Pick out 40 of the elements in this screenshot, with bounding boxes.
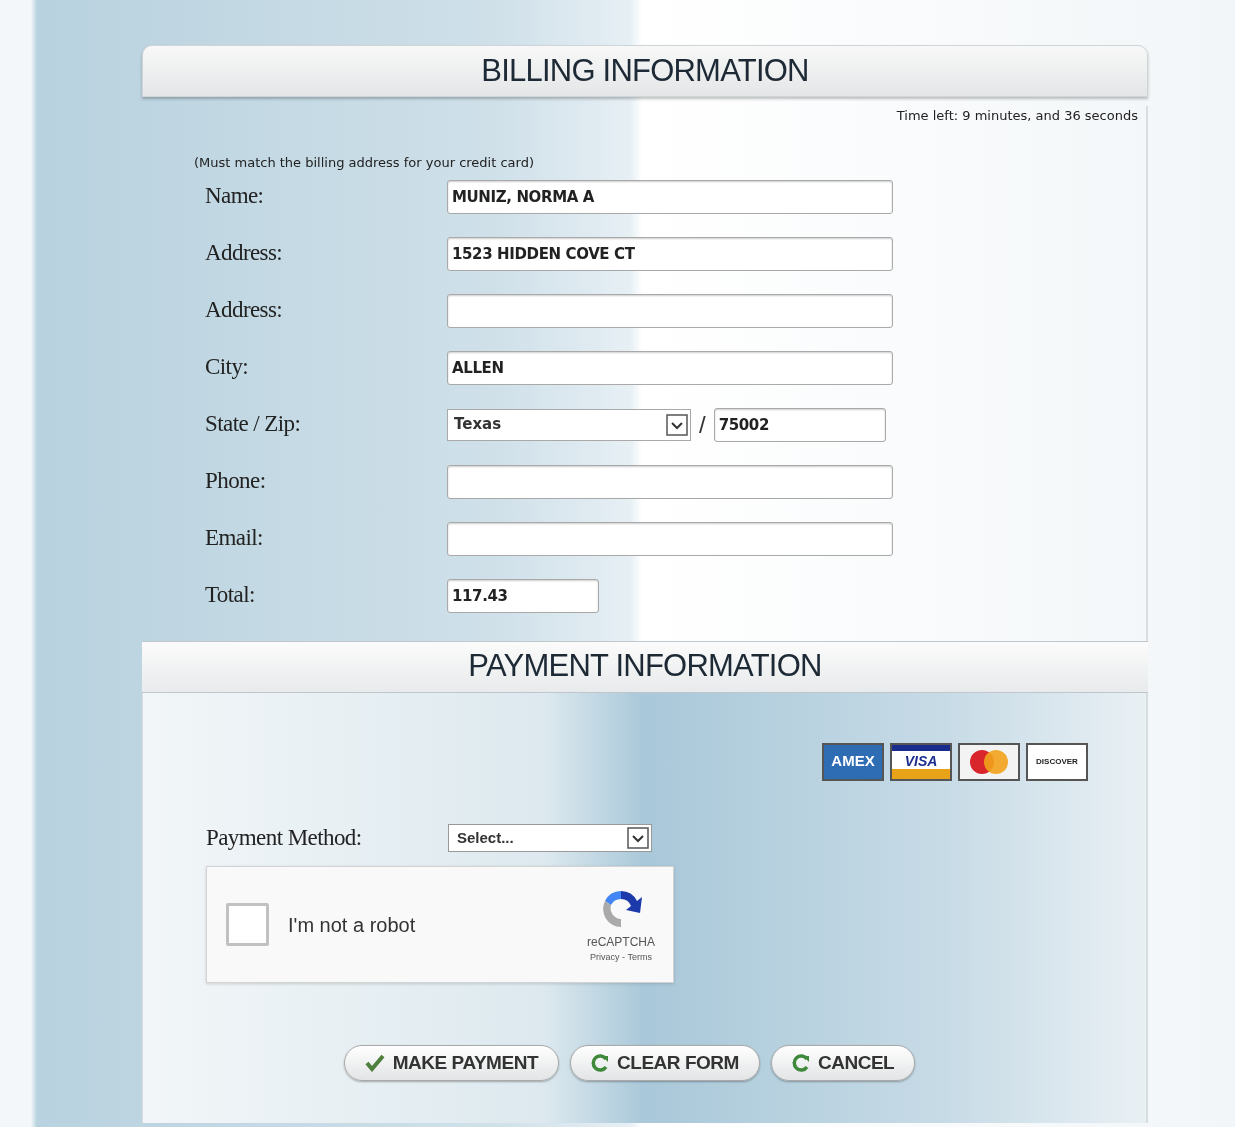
- field-label: State / Zip:: [205, 410, 302, 439]
- text-field[interactable]: 1523 HIDDEN COVE CT: [447, 236, 893, 271]
- privacy-terms-link[interactable]: Privacy - Terms: [590, 950, 652, 965]
- field-label: Total:: [205, 581, 256, 610]
- reset-icon: [591, 1054, 609, 1072]
- text-field[interactable]: [447, 521, 893, 556]
- make-payment-button[interactable]: MAKE PAYMENT: [343, 1045, 559, 1081]
- text-field[interactable]: [447, 464, 893, 499]
- dropdown-caret-icon: [627, 826, 649, 849]
- field-label: Payment Method:: [206, 823, 363, 852]
- zip-field[interactable]: 75002: [713, 407, 886, 442]
- total-field[interactable]: 117.43: [447, 578, 599, 613]
- text-field[interactable]: MUNIZ, NORMA A: [447, 179, 893, 214]
- field-label: City:: [205, 353, 250, 382]
- reset-icon: [791, 1054, 810, 1072]
- checkmark-icon: [364, 1054, 385, 1072]
- card-logo: VISA: [890, 742, 952, 781]
- dropdown-caret-icon: [666, 413, 688, 436]
- card-logo: [958, 742, 1020, 781]
- billing-note: (Must match the billing address for your credit card): [194, 154, 534, 170]
- state-select[interactable]: Texas: [447, 408, 691, 441]
- section-title: PAYMENT INFORMATION: [468, 647, 822, 686]
- payment-method-select[interactable]: Select...: [448, 823, 652, 852]
- field-label: Address:: [205, 296, 284, 325]
- form-button[interactable]: CANCEL: [770, 1045, 916, 1081]
- field-label: Name:: [205, 182, 265, 211]
- card-logo: DISCOVER: [1026, 742, 1088, 781]
- captcha-label: I'm not a robot: [288, 912, 417, 938]
- form-button[interactable]: CLEAR FORM: [570, 1045, 760, 1081]
- recaptcha-brand: reCAPTCHA: [587, 933, 655, 951]
- separator-text: /: [699, 409, 706, 440]
- text-field[interactable]: ALLEN: [447, 350, 893, 385]
- captcha-checkbox[interactable]: [226, 903, 269, 946]
- field-label: Email:: [205, 524, 264, 553]
- field-label: Address:: [205, 239, 284, 268]
- card-logo: AMEX: [822, 742, 884, 781]
- countdown-text: Time left: 9 minutes, and 36 seconds: [896, 107, 1138, 125]
- field-label: Phone:: [205, 467, 267, 496]
- section-title: BILLING INFORMATION: [481, 51, 809, 90]
- text-field[interactable]: [447, 293, 893, 328]
